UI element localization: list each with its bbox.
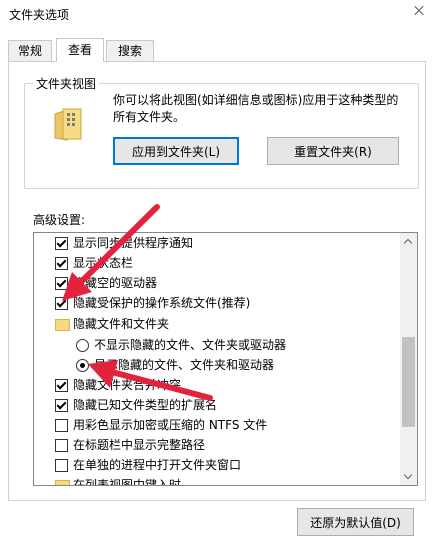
checkbox[interactable] xyxy=(55,277,68,290)
advanced-settings-list[interactable]: 显示同步提供程序通知 显示状态栏 隐藏空的驱动器 隐藏受保护的操作系统文件(推荐… xyxy=(33,232,418,486)
folder-icon xyxy=(55,480,70,485)
tab-general[interactable]: 常规 xyxy=(8,40,52,61)
folder-icon xyxy=(55,319,70,331)
radio-button[interactable] xyxy=(76,339,89,352)
folder-views-description: 你可以将此视图(如详细信息或图标)应用于这种类型的所有文件夹。 xyxy=(113,93,399,124)
radio-button[interactable] xyxy=(76,359,89,372)
tab-view[interactable]: 查看 xyxy=(56,38,104,62)
chevron-down-icon[interactable] xyxy=(400,468,417,485)
checkbox[interactable] xyxy=(55,379,68,392)
chevron-up-icon[interactable] xyxy=(400,233,417,250)
list-item-label: 隐藏文件夹合并冲突 xyxy=(73,378,182,392)
list-scrollbar[interactable] xyxy=(400,233,417,485)
restore-defaults-button[interactable]: 还原为默认值(D) xyxy=(297,508,414,536)
checkbox[interactable] xyxy=(55,257,68,270)
folder-views-group: 文件夹视图 你可以将此视图(如详细信息或图标)应用于这种类型的所有文件夹。 应用… xyxy=(24,75,419,189)
list-item-label: 隐藏空的驱动器 xyxy=(73,276,158,290)
checkbox[interactable] xyxy=(55,419,68,432)
checkbox[interactable] xyxy=(55,237,68,250)
tab-view-label: 查看 xyxy=(67,43,92,57)
checkbox[interactable] xyxy=(55,297,68,310)
reset-folders-button[interactable]: 重置文件夹(R) xyxy=(267,137,399,165)
checkbox[interactable] xyxy=(55,399,68,412)
list-item-label: 在标题栏中显示完整路径 xyxy=(73,438,206,452)
restore-defaults-label: 还原为默认值(D) xyxy=(310,516,401,530)
folder-views-legend: 文件夹视图 xyxy=(33,75,100,92)
list-item-label: 隐藏受保护的操作系统文件(推荐) xyxy=(73,296,251,310)
checkbox[interactable] xyxy=(55,439,68,452)
window-title: 文件夹选项 xyxy=(9,8,70,22)
advanced-settings-label: 高级设置: xyxy=(33,213,86,227)
list-item-label: 用彩色显示加密或压缩的 NTFS 文件 xyxy=(73,418,268,432)
reset-folders-label: 重置文件夹(R) xyxy=(294,145,372,159)
list-item-label: 显示状态栏 xyxy=(73,256,134,270)
apply-to-folders-label: 应用到文件夹(L) xyxy=(131,145,221,159)
list-item-label: 在列表视图中键入时 xyxy=(73,478,182,486)
tab-search[interactable]: 搜索 xyxy=(106,40,154,61)
list-item-label: 不显示隐藏的文件、文件夹或驱动器 xyxy=(94,338,287,352)
title-bar: 文件夹选项 xyxy=(0,0,433,30)
list-item-label: 显示隐藏的文件、文件夹和驱动器 xyxy=(94,358,275,372)
list-item-label: 在单独的进程中打开文件夹窗口 xyxy=(73,458,242,472)
folder-view-icon xyxy=(54,108,82,141)
checkbox[interactable] xyxy=(55,459,68,472)
apply-to-folders-button[interactable]: 应用到文件夹(L) xyxy=(113,137,239,165)
list-item-label: 显示同步提供程序通知 xyxy=(73,236,194,250)
close-icon[interactable] xyxy=(403,0,433,22)
scrollbar-thumb[interactable] xyxy=(402,337,415,427)
tab-search-label: 搜索 xyxy=(117,44,142,58)
tab-general-label: 常规 xyxy=(17,44,42,58)
list-item-label: 隐藏文件和文件夹 xyxy=(73,317,170,331)
list-item-label: 隐藏已知文件类型的扩展名 xyxy=(73,398,218,412)
